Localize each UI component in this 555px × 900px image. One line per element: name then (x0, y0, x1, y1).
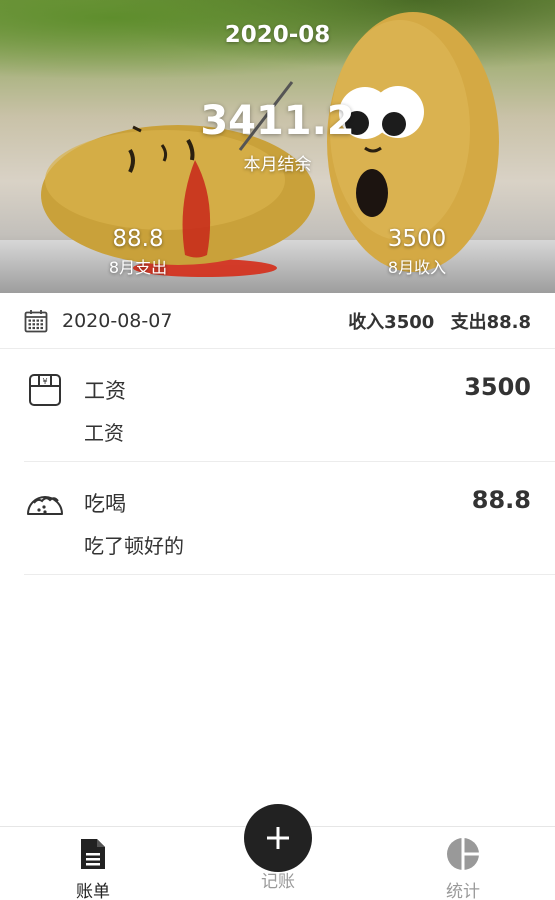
header-banner: 2020-08 3411.2 本月结余 88.8 8月支出 3500 8月收入 (0, 0, 555, 293)
record-item-salary[interactable]: ¥ 工资 工资 3500 (24, 349, 555, 462)
month-title[interactable]: 2020-08 (0, 22, 555, 48)
record-note: 吃了顿好的 (84, 534, 184, 558)
day-totals: 收入3500 支出88.8 (348, 308, 531, 334)
monthly-expense: 88.8 8月支出 (58, 226, 218, 278)
record-category: 吃喝 (84, 492, 126, 516)
tab-bill-label: 账单 (76, 882, 110, 900)
record-category: 工资 (84, 379, 126, 403)
monthly-balance-label: 本月结余 (243, 155, 312, 175)
calendar-icon (24, 309, 48, 332)
monthly-income-label: 8月收入 (387, 258, 447, 277)
day-summary-row: 2020-08-07 收入3500 支出88.8 (0, 293, 555, 349)
wallet-icon: ¥ (29, 374, 61, 406)
document-icon (81, 839, 105, 869)
monthly-expense-label: 8月支出 (108, 258, 168, 277)
monthly-income-value: 3500 (387, 226, 447, 252)
day-expense-total: 支出88.8 (450, 311, 531, 333)
monthly-balance: 3411.2 (200, 98, 355, 144)
record-note: 工资 (84, 421, 124, 445)
svg-text:¥: ¥ (42, 377, 47, 386)
add-record-button[interactable] (244, 804, 312, 872)
record-item-food[interactable]: 吃喝 吃了顿好的 88.8 (24, 462, 555, 575)
day-income-total: 收入3500 (348, 311, 435, 333)
monthly-income: 3500 8月收入 (337, 226, 497, 278)
taco-icon (27, 496, 63, 515)
tab-stats[interactable]: 统计 (403, 837, 523, 900)
pie-chart-icon (447, 838, 479, 870)
record-amount: 3500 (464, 373, 531, 401)
plus-icon (267, 827, 289, 849)
tab-stats-label: 统计 (446, 882, 480, 900)
tab-bill[interactable]: 账单 (33, 837, 153, 900)
record-amount: 88.8 (471, 486, 531, 514)
day-date: 2020-08-07 (62, 309, 173, 332)
monthly-expense-value: 88.8 (112, 226, 164, 252)
